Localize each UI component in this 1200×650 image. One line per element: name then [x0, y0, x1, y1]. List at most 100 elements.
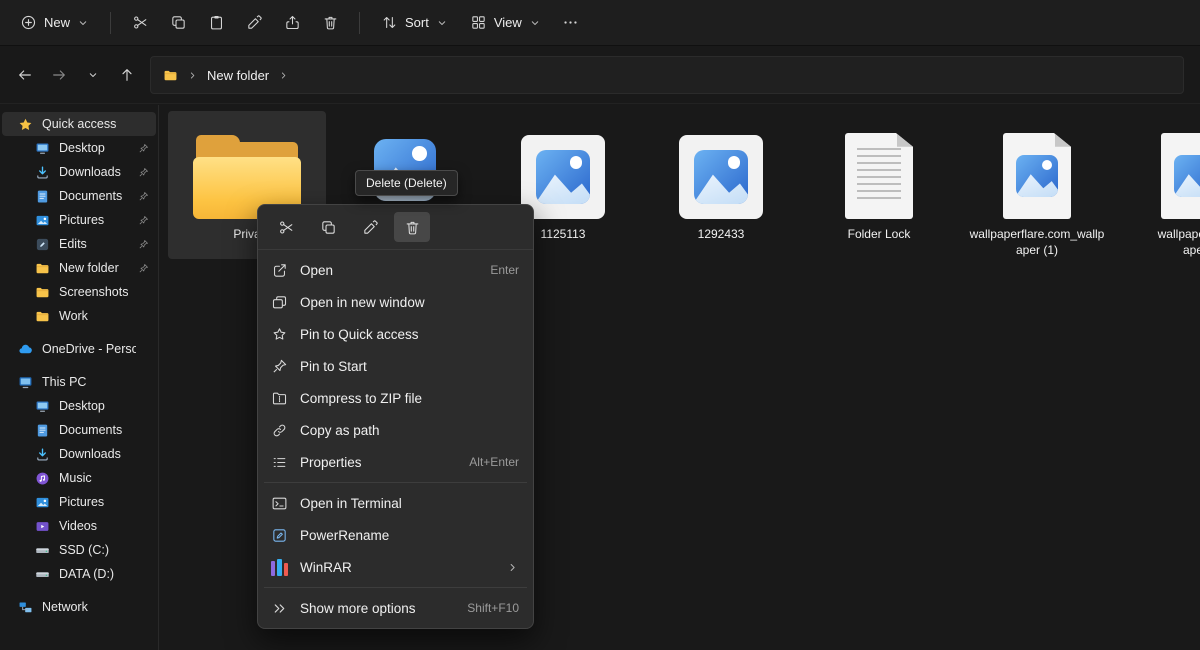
new-button[interactable]: New [10, 6, 99, 40]
toolbar-separator [110, 12, 111, 34]
sidebar-item-data-d[interactable]: DATA (D:) [2, 562, 156, 586]
sidebar-gap [0, 361, 158, 370]
file-label: 1125113 [541, 227, 586, 243]
star-outline-icon [271, 326, 288, 343]
menu-item-winrar[interactable]: WinRAR [262, 551, 529, 583]
menu-item-compress-to-zip[interactable]: Compress to ZIP file [262, 382, 529, 414]
sidebar-item-documents[interactable]: Documents [2, 184, 156, 208]
file-tile-folder-lock[interactable]: Folder Lock [800, 111, 958, 259]
pictures-icon [35, 495, 50, 510]
up-arrow-icon [119, 67, 135, 83]
recent-locations-button[interactable] [76, 59, 110, 91]
sidebar-item-this-pc[interactable]: This PC [2, 370, 156, 394]
sidebar-gap [0, 328, 158, 337]
delete-tooltip: Delete (Delete) [355, 170, 458, 196]
new-plus-icon [20, 14, 37, 31]
forward-button[interactable] [42, 59, 76, 91]
open-icon [271, 262, 288, 279]
navigation-pane: Quick access Desktop Downloads Documents… [0, 105, 159, 650]
sidebar-item-work[interactable]: Work [2, 304, 156, 328]
submenu-chevron-icon [506, 561, 519, 574]
quick-copy-button[interactable] [310, 212, 346, 242]
copy-icon [170, 14, 187, 31]
menu-item-properties[interactable]: Properties Alt+Enter [262, 446, 529, 478]
chevron-down-icon [87, 69, 99, 81]
drive-icon [35, 567, 50, 582]
sidebar-item-downloads[interactable]: Downloads [2, 160, 156, 184]
pin-icon [138, 239, 149, 250]
rename-button[interactable] [236, 6, 272, 40]
breadcrumb[interactable]: New folder [207, 68, 269, 83]
more-ellipsis-icon [562, 14, 579, 31]
back-arrow-icon [17, 67, 33, 83]
menu-item-powerrename[interactable]: PowerRename [262, 519, 529, 551]
up-button[interactable] [110, 59, 144, 91]
sidebar-item-quick-access[interactable]: Quick access [2, 112, 156, 136]
delete-button[interactable] [312, 6, 348, 40]
sidebar-item-onedrive[interactable]: OneDrive - Personal [2, 337, 156, 361]
address-bar: New folder [0, 47, 1200, 104]
drive-icon [35, 543, 50, 558]
terminal-icon [271, 495, 288, 512]
cut-button[interactable] [122, 6, 158, 40]
back-button[interactable] [8, 59, 42, 91]
sidebar-item-pictures-pc[interactable]: Pictures [2, 490, 156, 514]
properties-icon [271, 454, 288, 471]
copy-button[interactable] [160, 6, 196, 40]
sort-button[interactable]: Sort [371, 6, 458, 40]
shortcut-label: Shift+F10 [467, 601, 519, 615]
context-menu-list: Open Enter Open in new window Pin to Qui… [258, 250, 533, 624]
image-page-icon [1003, 119, 1071, 219]
sidebar-item-edits[interactable]: Edits [2, 232, 156, 256]
see-more-button[interactable] [553, 6, 589, 40]
paste-button[interactable] [198, 6, 234, 40]
file-tile-wallpaperflare-2[interactable]: wallpaperflare aper [1116, 111, 1200, 259]
view-button[interactable]: View [460, 6, 551, 40]
sidebar-item-pictures[interactable]: Pictures [2, 208, 156, 232]
sidebar-item-screenshots[interactable]: Screenshots [2, 280, 156, 304]
sidebar-item-ssd-c[interactable]: SSD (C:) [2, 538, 156, 562]
zip-folder-icon [271, 390, 288, 407]
file-label: Folder Lock [848, 227, 911, 243]
image-file-icon [521, 119, 605, 219]
breadcrumb-chevron-icon [187, 70, 198, 81]
sidebar-item-documents-pc[interactable]: Documents [2, 418, 156, 442]
star-icon [18, 117, 33, 132]
sidebar-item-downloads-pc[interactable]: Downloads [2, 442, 156, 466]
file-label: wallpaperflare.com_wallp aper (1) [970, 227, 1105, 258]
breadcrumb-chevron-icon [278, 70, 289, 81]
menu-item-pin-to-quick-access[interactable]: Pin to Quick access [262, 318, 529, 350]
chevron-down-icon [436, 17, 448, 29]
sidebar-item-desktop[interactable]: Desktop [2, 136, 156, 160]
menu-item-open-in-new-window[interactable]: Open in new window [262, 286, 529, 318]
computer-icon [18, 375, 33, 390]
network-icon [18, 600, 33, 615]
pin-icon [138, 215, 149, 226]
share-icon [284, 14, 301, 31]
command-toolbar: New Sort View [0, 0, 1200, 46]
quick-rename-button[interactable] [352, 212, 388, 242]
shortcut-label: Alt+Enter [469, 455, 519, 469]
share-button[interactable] [274, 6, 310, 40]
file-tile-wallpaperflare-1[interactable]: wallpaperflare.com_wallp aper (1) [958, 111, 1116, 259]
sidebar-item-videos[interactable]: Videos [2, 514, 156, 538]
menu-item-show-more-options[interactable]: Show more options Shift+F10 [262, 592, 529, 624]
file-tile-1292433[interactable]: 1292433 [642, 111, 800, 259]
menu-item-pin-to-start[interactable]: Pin to Start [262, 350, 529, 382]
sidebar-item-desktop-pc[interactable]: Desktop [2, 394, 156, 418]
downloads-icon [35, 165, 50, 180]
menu-item-copy-as-path[interactable]: Copy as path [262, 414, 529, 446]
sidebar-item-music[interactable]: Music [2, 466, 156, 490]
chevron-down-icon [529, 17, 541, 29]
sidebar-item-new-folder[interactable]: New folder [2, 256, 156, 280]
address-field[interactable]: New folder [150, 56, 1184, 94]
desktop-icon [35, 399, 50, 414]
documents-icon [35, 423, 50, 438]
quick-cut-button[interactable] [268, 212, 304, 242]
menu-item-open[interactable]: Open Enter [262, 254, 529, 286]
quick-delete-button[interactable] [394, 212, 430, 242]
sidebar-item-network[interactable]: Network [2, 595, 156, 619]
edits-icon [35, 237, 50, 252]
menu-item-open-in-terminal[interactable]: Open in Terminal [262, 487, 529, 519]
desktop-icon [35, 141, 50, 156]
